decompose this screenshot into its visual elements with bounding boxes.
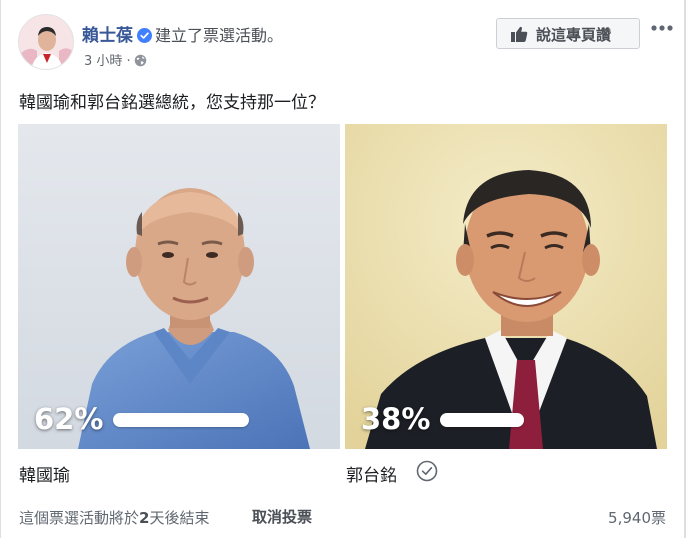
end-note-prefix: 這個票選活動將於 — [19, 509, 140, 527]
thumbs-up-icon — [511, 26, 528, 42]
avatar-photo — [19, 15, 73, 69]
vote-count[interactable]: 5,940票 — [608, 507, 666, 528]
poll-question: 韓國瑜和郭台銘選總統，您支持那一位？ — [19, 93, 325, 113]
like-page-button[interactable]: 說這專頁讚 — [496, 18, 640, 49]
poll-result-bar — [113, 413, 249, 427]
post-header: 賴士葆 建立了票選活動。 3 小時 · 說這專頁讚 — [16, 12, 674, 72]
poster-name[interactable]: 賴士葆 — [82, 26, 133, 46]
card-border-left — [0, 0, 1, 538]
poll-end-note: 這個票選活動將於2天後結束 — [19, 507, 209, 528]
end-note-days: 2 — [139, 509, 150, 527]
vote-check-icon — [416, 460, 438, 482]
poll-option-han[interactable]: 62% — [18, 124, 340, 449]
avatar[interactable] — [18, 14, 74, 70]
post-title-line: 賴士葆 建立了票選活動。 — [82, 21, 283, 46]
poll-option-gou[interactable]: 38% — [345, 124, 667, 449]
poll-percent: 38% — [361, 402, 431, 436]
like-page-label: 說這專頁讚 — [536, 26, 612, 44]
poll-option-name[interactable]: 郭台銘 — [346, 461, 397, 486]
poll-result-bar — [440, 413, 524, 427]
end-note-suffix: 天後結束 — [149, 509, 210, 527]
poll-option-name[interactable]: 韓國瑜 — [19, 461, 70, 486]
post-meta: 3 小時 · — [84, 50, 147, 69]
cancel-vote-link[interactable]: 取消投票 — [252, 506, 312, 527]
globe-icon[interactable] — [134, 54, 147, 67]
portrait-han-kuo-yu — [18, 124, 340, 449]
poll-percent: 62% — [34, 402, 104, 436]
more-options-icon[interactable] — [650, 16, 674, 40]
portrait-terry-gou — [345, 124, 667, 449]
post-action-text: 建立了票選活動。 — [155, 26, 284, 45]
verified-badge-icon — [137, 28, 152, 43]
post-timestamp[interactable]: 3 小時 — [84, 54, 122, 69]
meta-separator: · — [126, 54, 131, 69]
